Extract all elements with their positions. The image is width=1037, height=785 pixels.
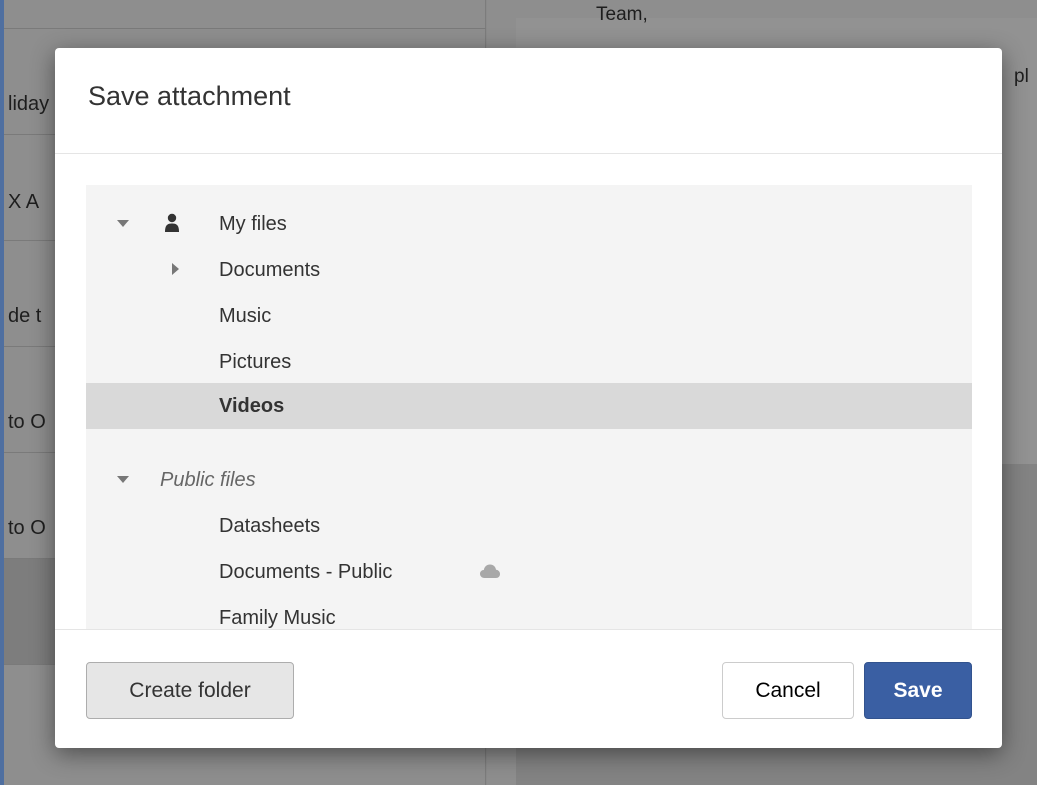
save-attachment-dialog: Save attachment My files Documents Music…	[55, 48, 1002, 748]
folder-tree: My files Documents Music Pictures Videos…	[86, 185, 972, 629]
tree-item-public-files[interactable]: Public files	[86, 457, 972, 503]
user-icon	[165, 213, 179, 232]
expand-toggle-icon[interactable]	[167, 261, 183, 277]
tree-item-label: Pictures	[219, 351, 292, 373]
tree-item-label: Music	[219, 305, 272, 327]
tree-item-label: Family Music	[219, 607, 336, 629]
tree-item-label: Public files	[160, 469, 256, 491]
dialog-footer: Create folder Cancel Save	[55, 629, 1002, 748]
cancel-button[interactable]: Cancel	[722, 662, 854, 719]
tree-item-label: Videos	[219, 395, 285, 417]
tree-item-label: Datasheets	[219, 515, 321, 537]
tree-item-documents-public[interactable]: Documents - Public	[86, 549, 972, 595]
cloud-icon	[480, 564, 500, 578]
message-text: pl	[1014, 66, 1029, 87]
dialog-title: Save attachment	[88, 81, 291, 111]
create-folder-button[interactable]: Create folder	[86, 662, 294, 719]
tree-item-documents[interactable]: Documents	[86, 247, 972, 293]
message-text: Team,	[596, 4, 648, 25]
tree-item-music[interactable]: Music	[86, 293, 972, 339]
collapse-toggle-icon[interactable]	[115, 471, 131, 487]
tree-item-my-files[interactable]: My files	[86, 201, 972, 247]
tree-item-pictures[interactable]: Pictures	[86, 339, 972, 385]
tree-item-label: Documents - Public	[219, 561, 393, 583]
tree-item-videos[interactable]: Videos	[86, 383, 972, 429]
tree-item-label: Documents	[219, 259, 321, 281]
tree-item-datasheets[interactable]: Datasheets	[86, 503, 972, 549]
tree-item-family-music[interactable]: Family Music	[86, 595, 972, 629]
dialog-header: Save attachment	[55, 48, 1002, 154]
save-button[interactable]: Save	[864, 662, 972, 719]
tree-item-label: My files	[219, 213, 287, 235]
collapse-toggle-icon[interactable]	[115, 215, 131, 231]
